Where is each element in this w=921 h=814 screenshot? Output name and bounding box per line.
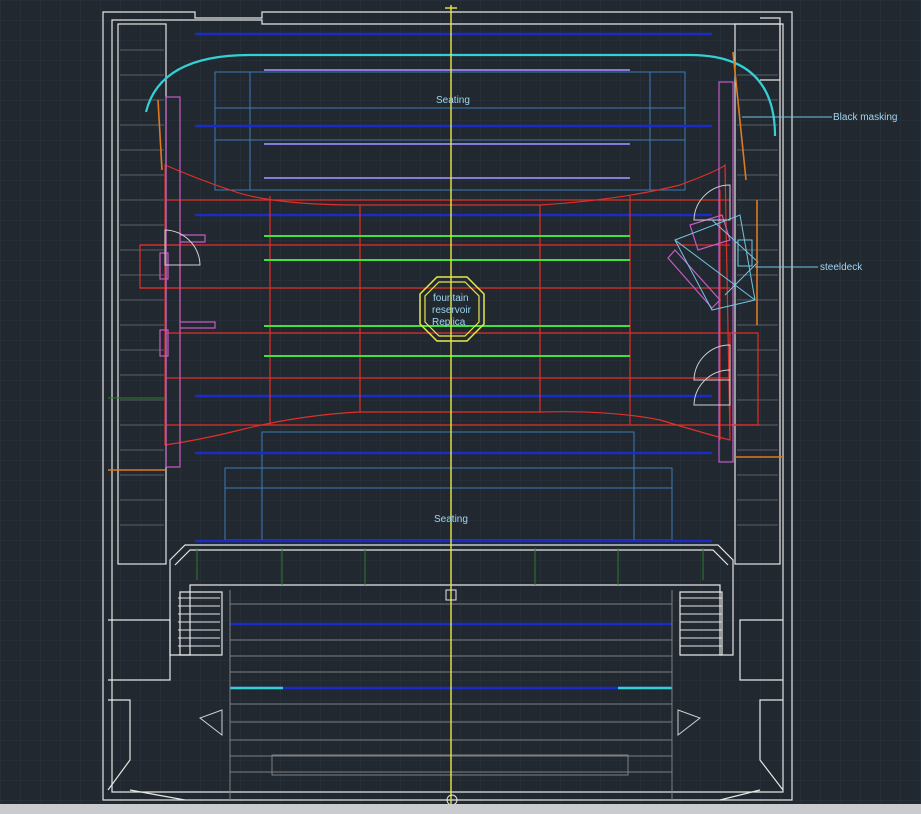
status-bar [0, 804, 921, 814]
black-masking-label: Black masking [833, 112, 897, 123]
fountain-label-line3: Replica [432, 317, 466, 328]
steeldeck-label: steeldeck [820, 262, 863, 273]
seating-upper-label: Seating [436, 95, 470, 106]
seating-lower-label: Seating [434, 514, 468, 525]
fountain-label-line1: fountain [433, 293, 469, 304]
fountain-label-line2: reservoir [432, 305, 472, 316]
cad-drawing-canvas[interactable]: Seating Seating Black masking steeldeck … [0, 0, 921, 814]
